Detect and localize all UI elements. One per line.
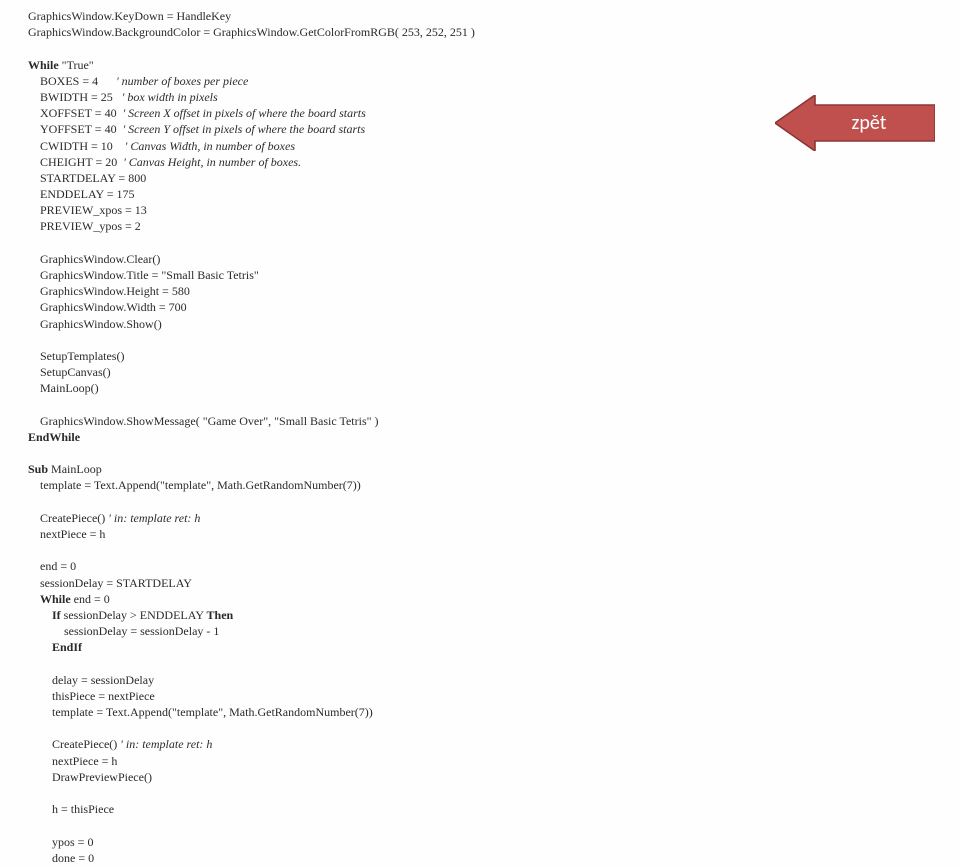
code-line [28,445,960,461]
code-line: done = 0 [28,850,960,866]
code-line: While "True" [28,57,960,73]
code-line: template = Text.Append("template", Math.… [28,477,960,493]
code-line: EndIf [28,639,960,655]
code-line [28,494,960,510]
code-line: ENDDELAY = 175 [28,186,960,202]
code-line: GraphicsWindow.Width = 700 [28,299,960,315]
code-line: CHEIGHT = 20 ' Canvas Height, in number … [28,154,960,170]
code-line: PREVIEW_xpos = 13 [28,202,960,218]
code-line [28,40,960,56]
code-line: GraphicsWindow.BackgroundColor = Graphic… [28,24,960,40]
code-line [28,720,960,736]
code-line: h = thisPiece [28,801,960,817]
code-line: delay = sessionDelay [28,672,960,688]
code-line [28,542,960,558]
code-line: nextPiece = h [28,753,960,769]
code-line: template = Text.Append("template", Math.… [28,704,960,720]
code-line: STARTDELAY = 800 [28,170,960,186]
code-line [28,397,960,413]
code-line: SetupCanvas() [28,364,960,380]
code-line: PREVIEW_ypos = 2 [28,218,960,234]
code-line: If sessionDelay > ENDDELAY Then [28,607,960,623]
code-line: sessionDelay = STARTDELAY [28,575,960,591]
back-button[interactable]: zpět [775,95,935,151]
code-line: GraphicsWindow.ShowMessage( "Game Over",… [28,413,960,429]
code-line [28,817,960,833]
code-line: sessionDelay = sessionDelay - 1 [28,623,960,639]
code-line: CreatePiece() ' in: template ret: h [28,736,960,752]
code-line: MainLoop() [28,380,960,396]
code-line: EndWhile [28,429,960,445]
code-line [28,332,960,348]
code-line: thisPiece = nextPiece [28,688,960,704]
code-line: BOXES = 4 ' number of boxes per piece [28,73,960,89]
code-line: While end = 0 [28,591,960,607]
code-line: ypos = 0 [28,834,960,850]
code-line [28,656,960,672]
code-line: GraphicsWindow.Height = 580 [28,283,960,299]
code-line: GraphicsWindow.Clear() [28,251,960,267]
code-line: GraphicsWindow.KeyDown = HandleKey [28,8,960,24]
code-line: SetupTemplates() [28,348,960,364]
code-line: Sub MainLoop [28,461,960,477]
code-line: DrawPreviewPiece() [28,769,960,785]
back-button-label: zpět [775,95,935,151]
code-line: end = 0 [28,558,960,574]
code-line: CreatePiece() ' in: template ret: h [28,510,960,526]
code-line: GraphicsWindow.Title = "Small Basic Tetr… [28,267,960,283]
code-line [28,785,960,801]
code-line: GraphicsWindow.Show() [28,316,960,332]
code-line: nextPiece = h [28,526,960,542]
code-line [28,235,960,251]
